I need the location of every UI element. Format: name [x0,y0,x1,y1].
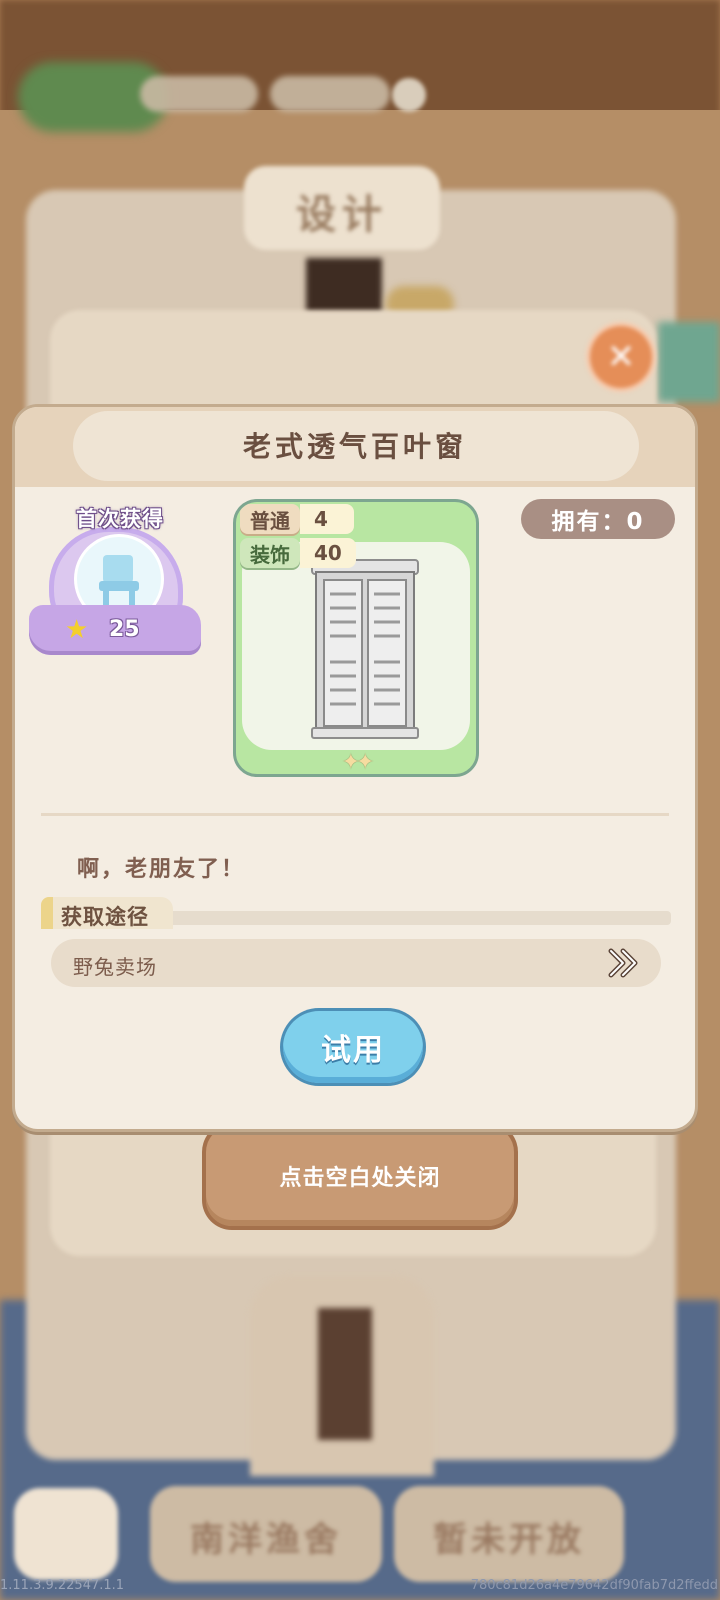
source-item-name: 野兔卖场 [73,955,157,979]
owned-count: 拥有：0 [521,499,675,539]
item-card: 普通 4 装饰 40 ✦✦ [233,499,479,777]
rarity-label: 普通 [240,504,300,534]
star-icon: ★ [65,615,89,645]
item-description: 啊，老朋友了！ [77,857,246,882]
close-hint-button[interactable]: 点击空白处关闭 [206,1126,514,1226]
tab-locked-label: 暂未开放 [433,1520,585,1560]
louvered-window-image [311,559,419,739]
coin-counter [140,76,258,112]
door-icon [318,1308,372,1440]
decor-label: 装饰 [240,538,300,568]
tab-nanyang-label: 南洋渔舍 [190,1520,342,1560]
decor-tag: 装饰 40 [240,538,356,568]
first-get-label: 首次获得 [76,507,164,531]
gem-counter [270,76,390,112]
add-gem-icon [392,78,426,112]
try-button-label: 试用 [321,1033,385,1068]
try-button[interactable]: 试用 [283,1011,423,1083]
close-icon: ✕ [590,326,652,388]
rarity-value: 4 [300,504,354,534]
quality-stars: ✦✦ [341,750,375,775]
build-hash: 780c81d26a4e79642df90fab7d2ffedd [470,1578,718,1593]
home-button [14,1488,118,1580]
version-text: 1.11.3.9.22547.1.1 [0,1578,125,1593]
rarity-tag: 普通 4 [240,504,354,534]
close-hint-label: 点击空白处关闭 [279,1166,441,1191]
furniture-preview [306,258,382,314]
item-image-frame [242,542,470,750]
double-chevron-right-icon[interactable] [605,945,645,981]
side-decoration [658,322,720,402]
dialog-title: 老式透气百叶窗 [242,430,467,463]
divider [41,813,669,816]
dialog-header: 老式透气百叶窗 [15,407,695,487]
design-title: 设计 [296,192,388,238]
item-detail-dialog: 老式透气百叶窗 首次获得 ★ 25 普通 4 装饰 40 ✦✦ 拥有：0 啊，老… [12,404,698,1132]
source-label: 获取途径 [61,905,149,929]
reward-count: 25 [109,617,140,642]
decor-value: 40 [300,538,356,568]
